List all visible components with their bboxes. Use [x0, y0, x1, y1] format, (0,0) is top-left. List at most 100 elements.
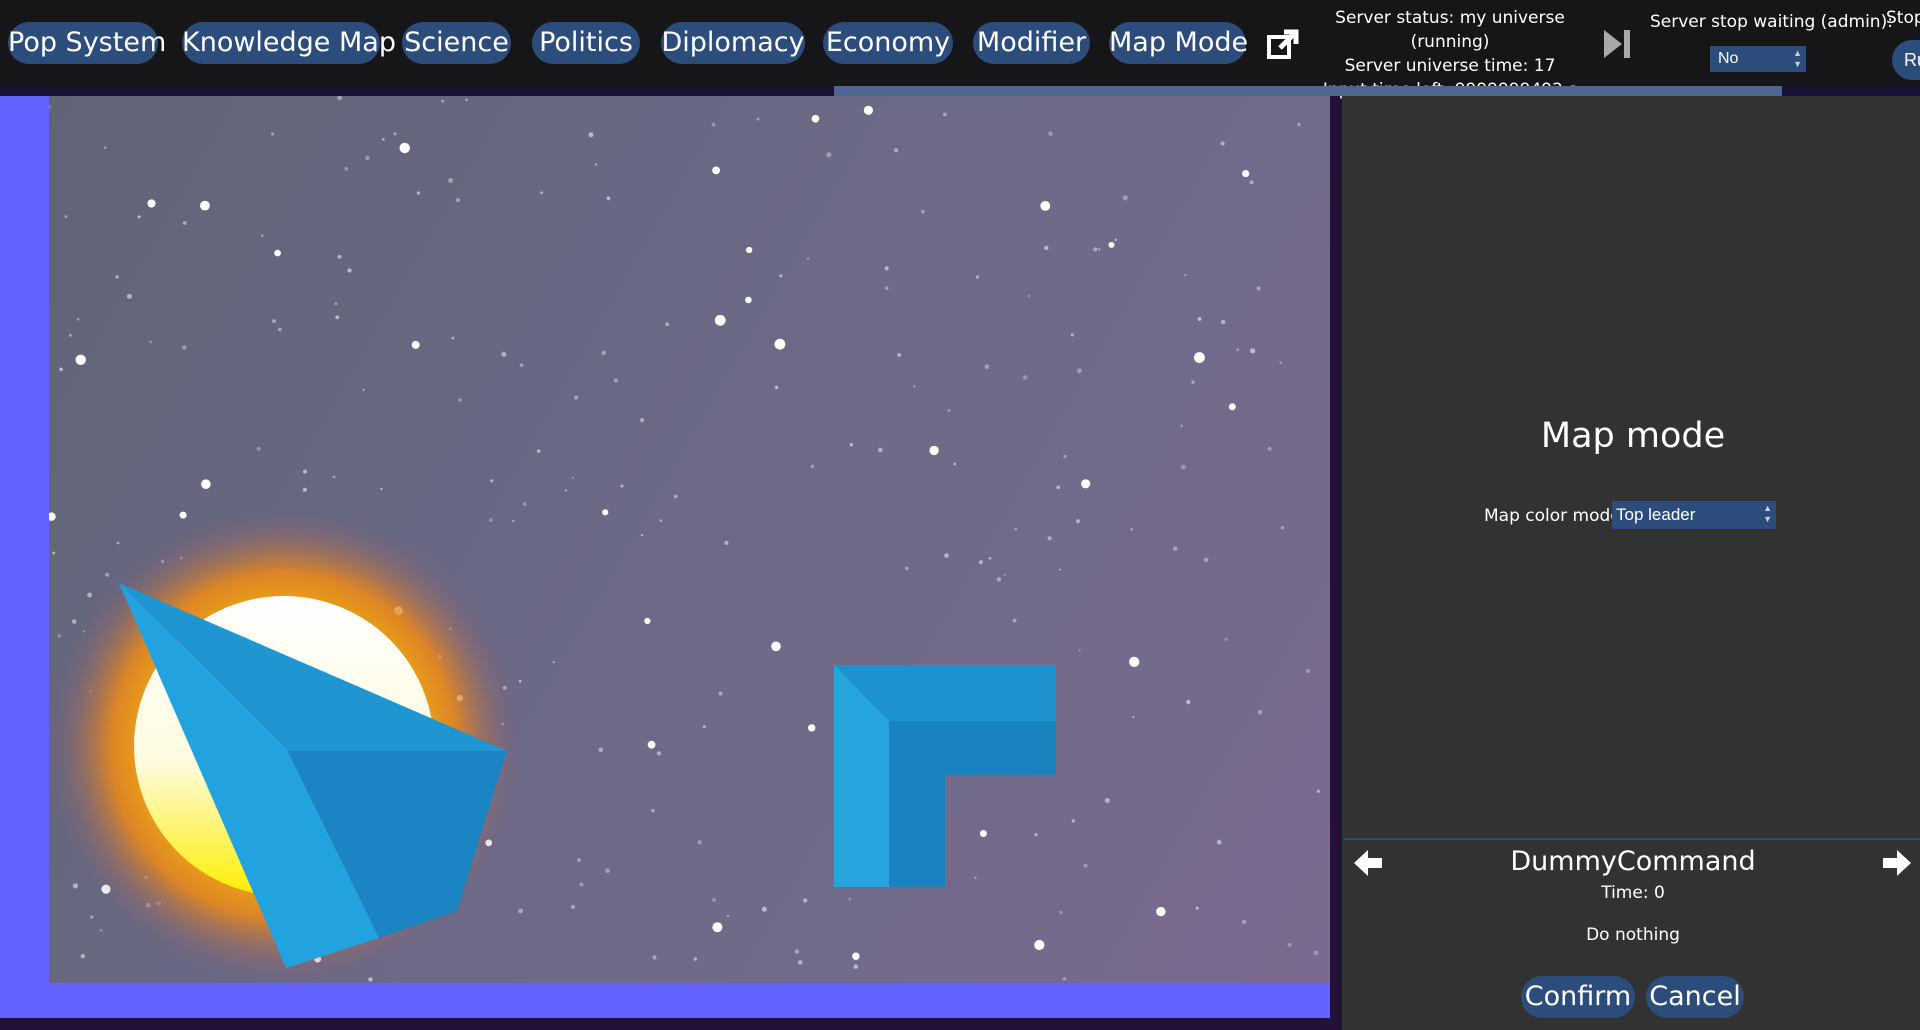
open-external-icon[interactable] [1266, 28, 1300, 62]
server-stop-waiting-select[interactable]: No ▲ ▼ [1710, 46, 1806, 72]
background-star [718, 691, 723, 696]
background-star [147, 199, 156, 208]
cancel-button[interactable]: Cancel [1646, 976, 1744, 1018]
background-star [1022, 375, 1028, 380]
background-star [80, 954, 85, 959]
background-star [518, 679, 522, 683]
background-star [1156, 906, 1166, 917]
tab-economy[interactable]: Economy [823, 22, 953, 64]
background-star [518, 908, 524, 914]
background-star [826, 152, 832, 158]
map-border [0, 96, 1330, 1018]
background-star [573, 395, 579, 400]
step-forward-icon[interactable] [1600, 27, 1634, 61]
background-star [552, 661, 555, 664]
background-star [656, 751, 662, 756]
background-star [1130, 528, 1134, 531]
background-star [465, 98, 468, 101]
background-star [1224, 637, 1228, 641]
server-stop-waiting-label: Server stop waiting (admin): [1650, 12, 1893, 32]
background-star [1203, 557, 1209, 563]
background-star [399, 142, 410, 154]
background-star [620, 484, 624, 488]
background-star [1228, 403, 1236, 411]
background-star [1104, 797, 1110, 804]
background-star [337, 96, 343, 101]
background-star [49, 105, 51, 108]
galaxy-map[interactable] [49, 96, 1330, 983]
background-star [774, 385, 779, 390]
tab-politics[interactable]: Politics [532, 22, 640, 64]
server-stop-waiting-value: No [1718, 50, 1739, 67]
background-star [697, 840, 702, 845]
background-star [811, 114, 820, 123]
background-star [929, 445, 939, 456]
background-star [978, 560, 984, 565]
background-star [1242, 170, 1250, 178]
background-star [380, 487, 383, 491]
background-star [1059, 568, 1062, 571]
background-star [1195, 906, 1199, 910]
tab-pop-system[interactable]: Pop System [8, 22, 166, 64]
background-star [1047, 536, 1052, 541]
confirm-button[interactable]: Confirm [1521, 976, 1635, 1018]
background-star [806, 257, 810, 260]
background-star [512, 519, 515, 523]
background-star [278, 327, 282, 332]
tab-knowledge-map[interactable]: Knowledge Map [182, 22, 396, 64]
stop-label: Stop [1886, 8, 1920, 28]
background-star [711, 122, 716, 127]
background-star [411, 340, 420, 349]
background-star [1108, 241, 1115, 248]
background-star [49, 512, 56, 521]
background-star [727, 915, 730, 918]
background-star [771, 641, 781, 652]
background-star [104, 146, 107, 149]
station-l-shape[interactable] [834, 665, 1056, 887]
tab-map-mode[interactable]: Map Mode [1109, 22, 1248, 64]
background-star [853, 964, 859, 969]
background-star [601, 350, 606, 356]
background-star [1083, 863, 1088, 868]
background-star [334, 302, 338, 306]
background-star [884, 266, 889, 271]
map-frame [0, 96, 1340, 1030]
tab-science[interactable]: Science [402, 22, 511, 64]
map-color-mode-select[interactable]: Top leader ▲ ▼ [1612, 501, 1776, 529]
background-star [99, 929, 103, 932]
background-star [878, 447, 883, 453]
background-star [1220, 141, 1225, 146]
background-star [1077, 368, 1082, 374]
background-star [1242, 919, 1247, 924]
background-star [1063, 454, 1067, 459]
background-star [200, 200, 210, 211]
arrow-right-icon[interactable] [1879, 846, 1913, 880]
background-star [458, 398, 462, 402]
background-star [335, 315, 340, 320]
background-star [1267, 446, 1272, 451]
background-star [852, 952, 860, 960]
background-star [996, 577, 1002, 582]
background-star [90, 915, 94, 919]
background-star [1180, 424, 1183, 428]
top-bar: Pop System Knowledge Map Science Politic… [0, 0, 1920, 100]
background-star [393, 132, 397, 136]
background-star [979, 830, 987, 837]
background-star [115, 275, 119, 279]
run-button[interactable]: Ru [1892, 40, 1920, 80]
background-star [803, 898, 808, 903]
background-star [1313, 950, 1319, 956]
background-star [1070, 333, 1074, 337]
tab-diplomacy[interactable]: Diplomacy [661, 22, 805, 64]
background-star [332, 475, 336, 479]
background-star [1305, 668, 1310, 674]
background-star [1034, 833, 1038, 837]
background-star [605, 868, 610, 873]
background-star [1280, 526, 1284, 530]
background-star [1221, 319, 1226, 325]
tab-modifier[interactable]: Modifier [973, 22, 1090, 64]
background-star [1097, 247, 1101, 251]
background-star [724, 540, 729, 545]
background-star [647, 740, 656, 749]
background-star [712, 166, 720, 175]
